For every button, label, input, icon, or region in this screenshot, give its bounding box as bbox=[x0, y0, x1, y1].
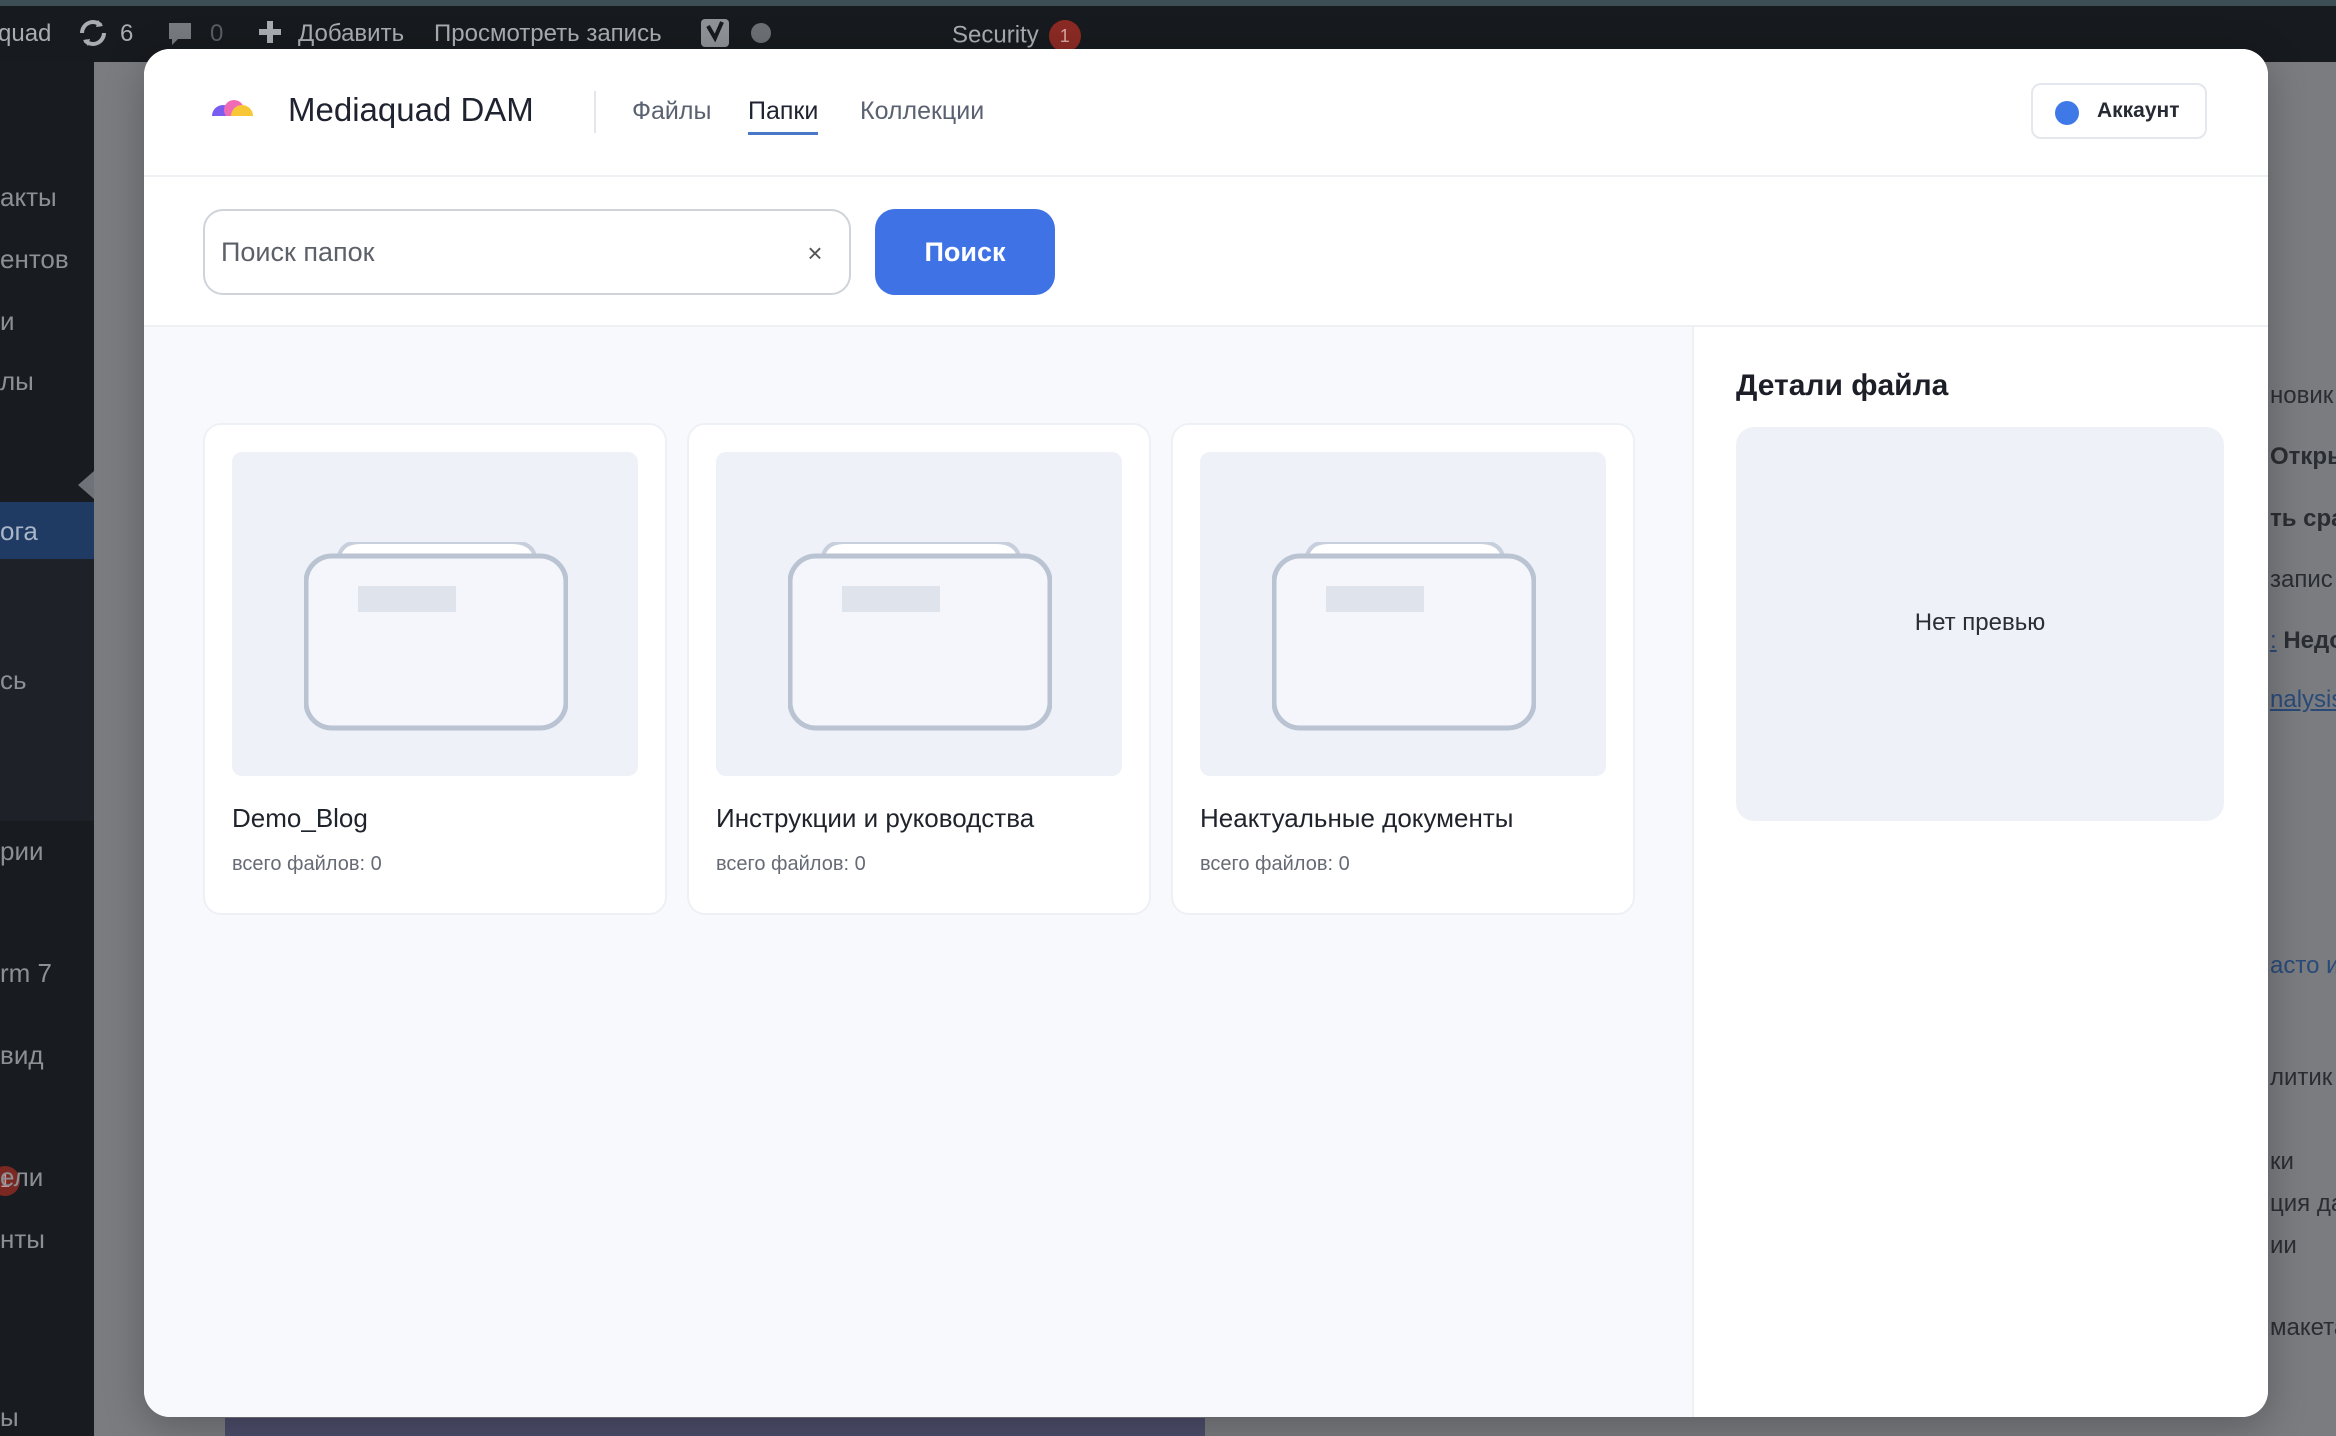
updates-count[interactable]: 6 bbox=[120, 20, 133, 48]
folder-thumbnail bbox=[716, 452, 1122, 776]
security-badge: 1 bbox=[1048, 20, 1081, 52]
folder-file-count: всего файлов: 0 bbox=[716, 853, 866, 875]
search-button[interactable]: Поиск bbox=[875, 209, 1055, 295]
no-preview-text: Нет превью bbox=[1914, 609, 2046, 636]
comments-count[interactable]: 0 bbox=[210, 20, 223, 48]
updates-icon[interactable] bbox=[76, 16, 110, 57]
wp-bg-text: : Недо bbox=[2270, 627, 2336, 655]
folders-grid: Demo_Blog всего файлов: 0 Инструкции и р… bbox=[144, 327, 1692, 1417]
wp-bg-text: запис bbox=[2270, 566, 2333, 593]
folder-thumbnail bbox=[232, 452, 638, 776]
wp-bg-image-strip bbox=[225, 1418, 1205, 1436]
wp-bg-link[interactable]: асто и bbox=[2270, 952, 2336, 980]
sidebar-current-arrow bbox=[78, 471, 94, 499]
wp-bg-text: ии bbox=[2270, 1232, 2297, 1259]
header-divider bbox=[594, 91, 596, 133]
sidebar-item[interactable]: лы bbox=[0, 366, 34, 397]
clear-icon[interactable]: × bbox=[795, 233, 835, 273]
folder-file-count: всего файлов: 0 bbox=[232, 853, 382, 875]
folder-card[interactable]: Demo_Blog всего файлов: 0 bbox=[203, 423, 667, 915]
app-title: Mediaquad DAM bbox=[288, 91, 534, 128]
details-title: Детали файла bbox=[1736, 369, 1949, 402]
tab-folders[interactable]: Папки bbox=[748, 97, 819, 135]
wp-bg-text: ция да bbox=[2270, 1190, 2336, 1217]
sidebar-item[interactable]: и bbox=[0, 306, 15, 337]
folder-name: Demo_Blog bbox=[232, 803, 368, 833]
folder-icon bbox=[304, 542, 568, 731]
view-post-link[interactable]: Просмотреть запись bbox=[434, 20, 662, 48]
sidebar-item[interactable]: ы bbox=[0, 1402, 19, 1433]
wp-bg-text-part: Недо bbox=[2283, 627, 2336, 654]
sidebar-subitem[interactable]: сь bbox=[0, 665, 27, 696]
sidebar-item[interactable]: нты bbox=[0, 1224, 45, 1255]
sidebar-item-current[interactable]: ога bbox=[0, 502, 94, 560]
folder-name: Неактуальные документы bbox=[1200, 803, 1514, 833]
wp-bg-link[interactable]: : bbox=[2270, 627, 2277, 654]
wp-bg-link[interactable]: nalysis bbox=[2270, 686, 2336, 714]
tab-files[interactable]: Файлы bbox=[632, 97, 711, 132]
sidebar-item[interactable]: ели bbox=[0, 1162, 43, 1193]
search-input[interactable] bbox=[219, 229, 783, 275]
file-details-panel: Детали файла Нет превью bbox=[1692, 327, 2268, 1417]
search-bar: × Поиск bbox=[144, 177, 2268, 327]
folder-name: Инструкции и руководства bbox=[716, 803, 1035, 833]
account-button[interactable]: Аккаунт bbox=[2031, 83, 2207, 139]
app-logo-icon bbox=[210, 100, 254, 127]
sidebar-item[interactable]: rm 7 bbox=[0, 958, 52, 989]
account-status-icon bbox=[2055, 101, 2079, 125]
dam-modal: Mediaquad DAM Файлы Папки Коллекции Акка… bbox=[144, 49, 2268, 1417]
wp-bg-text: ть сра bbox=[2270, 505, 2336, 532]
sidebar-submenu: сь bbox=[0, 559, 94, 821]
modal-header: Mediaquad DAM Файлы Папки Коллекции Акка… bbox=[144, 49, 2268, 177]
folder-icon bbox=[788, 542, 1052, 731]
plus-icon[interactable] bbox=[256, 18, 284, 53]
status-dot-icon bbox=[750, 22, 772, 51]
wp-bg-text: Откры bbox=[2270, 443, 2336, 470]
preview-placeholder: Нет превью bbox=[1736, 427, 2224, 821]
wp-site-name[interactable]: quad bbox=[0, 20, 51, 48]
folder-card[interactable]: Инструкции и руководства всего файлов: 0 bbox=[687, 423, 1151, 915]
sidebar-item[interactable]: акты bbox=[0, 182, 57, 213]
folder-icon bbox=[1272, 542, 1536, 731]
folder-thumbnail bbox=[1200, 452, 1606, 776]
tab-collections[interactable]: Коллекции bbox=[860, 97, 984, 132]
wp-sidebar: акты ентов и лы ога сь рии rm 7 вид 1 ел… bbox=[0, 62, 94, 1436]
sidebar-item[interactable]: вид bbox=[0, 1040, 44, 1071]
wp-bg-text: новик bbox=[2270, 382, 2334, 409]
account-label: Аккаунт bbox=[2097, 99, 2180, 122]
folder-file-count: всего файлов: 0 bbox=[1200, 853, 1350, 875]
wp-bg-text: литик bbox=[2270, 1064, 2333, 1091]
security-menu[interactable]: Security 1 bbox=[952, 20, 1081, 52]
wp-bg-text: ки bbox=[2270, 1148, 2294, 1175]
sidebar-item[interactable]: ентов bbox=[0, 244, 69, 275]
folder-card[interactable]: Неактуальные документы всего файлов: 0 bbox=[1171, 423, 1635, 915]
add-new-link[interactable]: Добавить bbox=[298, 20, 404, 48]
search-field[interactable]: × bbox=[203, 209, 851, 295]
sidebar-item[interactable]: рии bbox=[0, 836, 44, 867]
security-label: Security bbox=[952, 21, 1039, 49]
wp-bg-text: макета bbox=[2270, 1314, 2336, 1341]
